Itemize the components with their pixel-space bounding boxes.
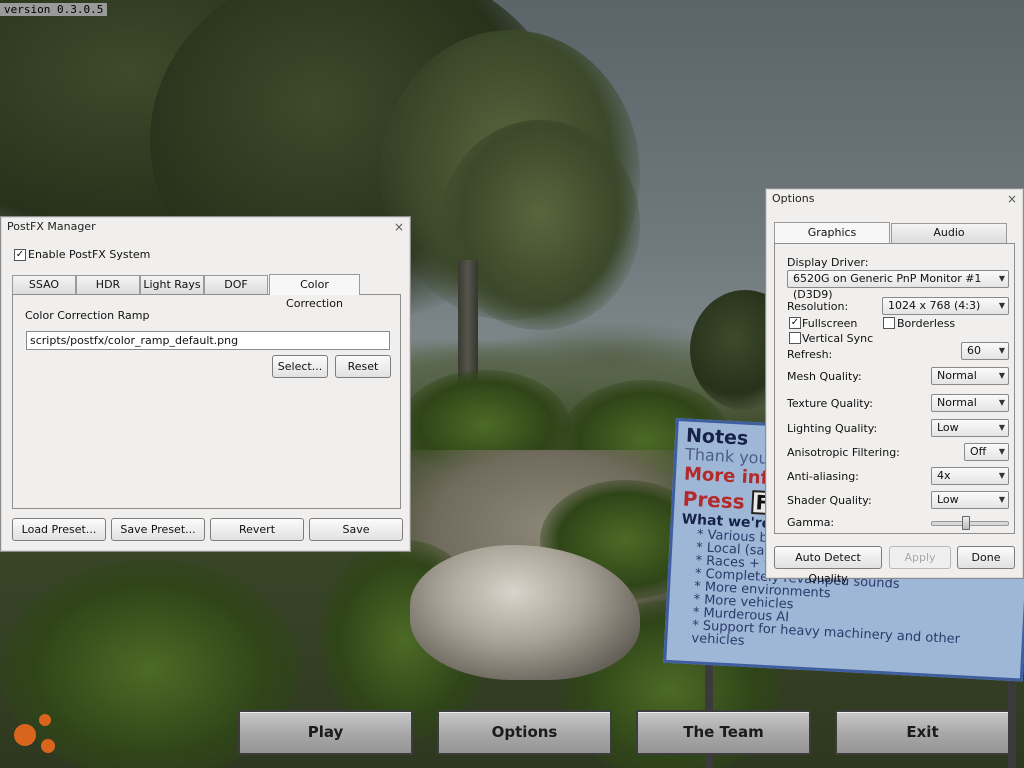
tab-graphics[interactable]: Graphics	[774, 222, 890, 243]
close-icon[interactable]: ×	[1007, 189, 1017, 209]
borderless-checkbox[interactable]	[883, 317, 895, 329]
anti-aliasing-dropdown[interactable]: 4x ▼	[931, 467, 1009, 485]
postfx-window-title[interactable]: PostFX Manager ×	[1, 217, 410, 237]
mesh-quality-value: Normal	[937, 369, 977, 382]
ramp-label: Color Correction Ramp	[25, 309, 150, 322]
resolution-dropdown[interactable]: 1024 x 768 (4:3) ▼	[882, 297, 1009, 315]
exit-button[interactable]: Exit	[835, 710, 1010, 755]
lighting-quality-value: Low	[937, 421, 959, 434]
tab-dof[interactable]: DOF	[204, 275, 268, 294]
tab-audio[interactable]: Audio	[891, 223, 1007, 243]
load-preset-button[interactable]: Load Preset...	[12, 518, 106, 541]
refresh-label: Refresh:	[787, 348, 833, 361]
version-label: version 0.3.0.5	[0, 3, 108, 16]
shader-quality-value: Low	[937, 493, 959, 506]
tab-ssao[interactable]: SSAO	[12, 275, 76, 294]
chevron-down-icon: ▼	[998, 301, 1005, 310]
enable-postfx-label: Enable PostFX System	[28, 248, 151, 261]
display-driver-dropdown[interactable]: 6520G on Generic PnP Monitor #1 (D3D9) ▼	[787, 270, 1009, 301]
chevron-down-icon: ▼	[998, 447, 1005, 456]
options-window: Options × Graphics Audio Display Driver:…	[765, 188, 1024, 585]
chevron-down-icon: ▼	[998, 495, 1005, 504]
vsync-checkbox[interactable]	[789, 332, 801, 344]
borderless-label: Borderless	[897, 317, 956, 330]
mesh-quality-dropdown[interactable]: Normal ▼	[931, 367, 1009, 385]
refresh-dropdown[interactable]: 60 ▼	[961, 342, 1009, 360]
postfx-title-text: PostFX Manager	[7, 220, 96, 233]
save-button[interactable]: Save	[309, 518, 403, 541]
anti-aliasing-value: 4x	[937, 469, 951, 482]
tab-color-correction[interactable]: Color Correction	[269, 274, 360, 310]
fullscreen-checkbox[interactable]: ✓	[789, 317, 801, 329]
refresh-value: 60	[967, 344, 981, 357]
chevron-down-icon: ▼	[998, 398, 1005, 407]
texture-quality-value: Normal	[937, 396, 977, 409]
the-team-button[interactable]: The Team	[636, 710, 811, 755]
done-button[interactable]: Done	[957, 546, 1015, 569]
gamma-slider-handle[interactable]	[962, 516, 971, 530]
anisotropic-filtering-dropdown[interactable]: Off ▼	[964, 443, 1009, 461]
chevron-down-icon: ▼	[998, 274, 1005, 283]
shader-quality-dropdown[interactable]: Low ▼	[931, 491, 1009, 509]
reset-button[interactable]: Reset	[335, 355, 391, 378]
save-preset-button[interactable]: Save Preset...	[111, 518, 205, 541]
fullscreen-label: Fullscreen	[802, 317, 858, 330]
apply-button[interactable]: Apply	[889, 546, 951, 569]
chevron-down-icon: ▼	[998, 346, 1005, 355]
enable-postfx-checkbox[interactable]: ✓	[14, 249, 26, 261]
options-title-text: Options	[772, 192, 815, 205]
options-button[interactable]: Options	[437, 710, 612, 755]
options-window-title[interactable]: Options ×	[766, 189, 1023, 209]
chevron-down-icon: ▼	[998, 471, 1005, 480]
select-button[interactable]: Select...	[272, 355, 328, 378]
texture-quality-label: Texture Quality:	[787, 397, 873, 410]
postfx-manager-window: PostFX Manager × ✓ Enable PostFX System …	[0, 216, 411, 552]
chevron-down-icon: ▼	[998, 423, 1005, 432]
anisotropic-filtering-value: Off	[970, 445, 987, 458]
vsync-label: Vertical Sync	[802, 332, 874, 345]
resolution-value: 1024 x 768 (4:3)	[888, 299, 981, 312]
texture-quality-dropdown[interactable]: Normal ▼	[931, 394, 1009, 412]
mesh-quality-label: Mesh Quality:	[787, 370, 862, 383]
tab-hdr[interactable]: HDR	[76, 275, 140, 294]
close-icon[interactable]: ×	[394, 217, 404, 237]
play-button[interactable]: Play	[238, 710, 413, 755]
tab-light-rays[interactable]: Light Rays	[140, 275, 204, 294]
ramp-path-field[interactable]: scripts/postfx/color_ramp_default.png	[26, 331, 390, 350]
anisotropic-filtering-label: Anisotropic Filtering:	[787, 446, 900, 459]
color-correction-panel: Color Correction Ramp scripts/postfx/col…	[12, 294, 401, 509]
graphics-panel: Display Driver: 6520G on Generic PnP Mon…	[774, 243, 1015, 534]
chevron-down-icon: ▼	[998, 371, 1005, 380]
lighting-quality-label: Lighting Quality:	[787, 422, 878, 435]
resolution-label: Resolution:	[787, 300, 849, 313]
anti-aliasing-label: Anti-aliasing:	[787, 470, 859, 483]
display-driver-label: Display Driver:	[787, 256, 869, 269]
lighting-quality-dropdown[interactable]: Low ▼	[931, 419, 1009, 437]
shader-quality-label: Shader Quality:	[787, 494, 872, 507]
revert-button[interactable]: Revert	[210, 518, 304, 541]
sign-press: Press	[682, 486, 746, 514]
gamma-label: Gamma:	[787, 516, 835, 529]
auto-detect-quality-button[interactable]: Auto Detect Quality	[774, 546, 882, 585]
